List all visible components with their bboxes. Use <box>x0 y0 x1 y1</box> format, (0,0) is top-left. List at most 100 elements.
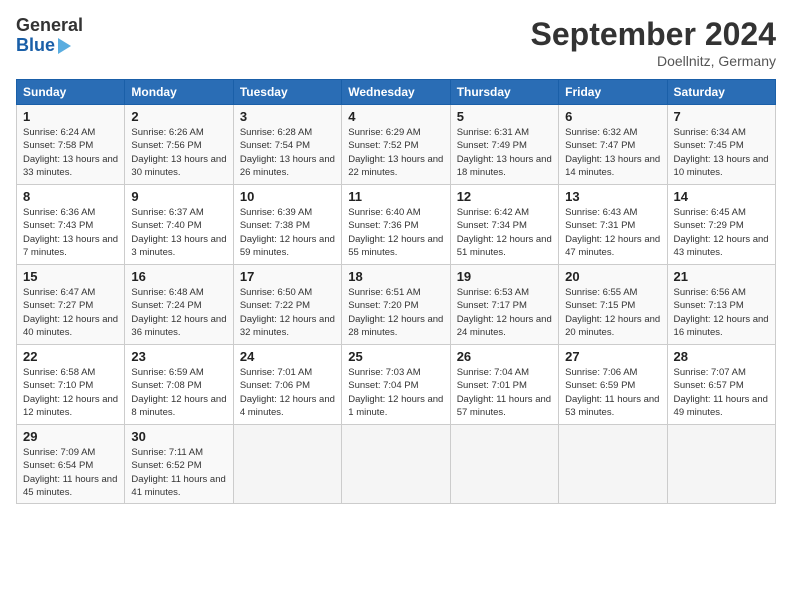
sunset-label: Sunset: 7:27 PM <box>23 300 93 311</box>
sunset-label: Sunset: 7:31 PM <box>565 220 635 231</box>
day-info: Sunrise: 6:47 AM Sunset: 7:27 PM Dayligh… <box>23 286 118 339</box>
day-number: 29 <box>23 429 118 444</box>
daylight-label: Daylight: 12 hours and 20 minutes. <box>565 314 660 338</box>
table-row <box>233 425 341 504</box>
sunset-label: Sunset: 7:24 PM <box>131 300 201 311</box>
col-friday: Friday <box>559 80 667 105</box>
table-row: 24 Sunrise: 7:01 AM Sunset: 7:06 PM Dayl… <box>233 345 341 425</box>
table-row: 27 Sunrise: 7:06 AM Sunset: 6:59 PM Dayl… <box>559 345 667 425</box>
table-row: 17 Sunrise: 6:50 AM Sunset: 7:22 PM Dayl… <box>233 265 341 345</box>
sunrise-label: Sunrise: 6:34 AM <box>674 127 746 138</box>
table-row: 12 Sunrise: 6:42 AM Sunset: 7:34 PM Dayl… <box>450 185 558 265</box>
col-sunday: Sunday <box>17 80 125 105</box>
sunrise-label: Sunrise: 6:42 AM <box>457 207 529 218</box>
logo-text: General <box>16 16 83 36</box>
day-number: 15 <box>23 269 118 284</box>
daylight-label: Daylight: 12 hours and 51 minutes. <box>457 234 552 258</box>
sunset-label: Sunset: 7:22 PM <box>240 300 310 311</box>
day-number: 28 <box>674 349 769 364</box>
sunset-label: Sunset: 7:40 PM <box>131 220 201 231</box>
sunset-label: Sunset: 7:34 PM <box>457 220 527 231</box>
day-info: Sunrise: 6:24 AM Sunset: 7:58 PM Dayligh… <box>23 126 118 179</box>
day-info: Sunrise: 6:39 AM Sunset: 7:38 PM Dayligh… <box>240 206 335 259</box>
day-info: Sunrise: 6:59 AM Sunset: 7:08 PM Dayligh… <box>131 366 226 419</box>
day-info: Sunrise: 6:32 AM Sunset: 7:47 PM Dayligh… <box>565 126 660 179</box>
sunrise-label: Sunrise: 6:45 AM <box>674 207 746 218</box>
table-row <box>559 425 667 504</box>
table-row: 3 Sunrise: 6:28 AM Sunset: 7:54 PM Dayli… <box>233 105 341 185</box>
daylight-label: Daylight: 12 hours and 47 minutes. <box>565 234 660 258</box>
sunset-label: Sunset: 7:10 PM <box>23 380 93 391</box>
day-number: 22 <box>23 349 118 364</box>
sunrise-label: Sunrise: 6:39 AM <box>240 207 312 218</box>
sunset-label: Sunset: 7:08 PM <box>131 380 201 391</box>
day-info: Sunrise: 7:06 AM Sunset: 6:59 PM Dayligh… <box>565 366 660 419</box>
day-number: 19 <box>457 269 552 284</box>
day-number: 8 <box>23 189 118 204</box>
day-number: 27 <box>565 349 660 364</box>
daylight-label: Daylight: 13 hours and 10 minutes. <box>674 154 769 178</box>
col-saturday: Saturday <box>667 80 775 105</box>
sunset-label: Sunset: 7:20 PM <box>348 300 418 311</box>
day-number: 23 <box>131 349 226 364</box>
day-info: Sunrise: 7:04 AM Sunset: 7:01 PM Dayligh… <box>457 366 552 419</box>
table-row: 15 Sunrise: 6:47 AM Sunset: 7:27 PM Dayl… <box>17 265 125 345</box>
col-monday: Monday <box>125 80 233 105</box>
sunrise-label: Sunrise: 6:53 AM <box>457 287 529 298</box>
table-row: 13 Sunrise: 6:43 AM Sunset: 7:31 PM Dayl… <box>559 185 667 265</box>
day-info: Sunrise: 7:11 AM Sunset: 6:52 PM Dayligh… <box>131 446 226 499</box>
day-info: Sunrise: 6:48 AM Sunset: 7:24 PM Dayligh… <box>131 286 226 339</box>
table-row: 29 Sunrise: 7:09 AM Sunset: 6:54 PM Dayl… <box>17 425 125 504</box>
daylight-label: Daylight: 11 hours and 45 minutes. <box>23 474 117 498</box>
day-number: 2 <box>131 109 226 124</box>
sunrise-label: Sunrise: 6:47 AM <box>23 287 95 298</box>
day-number: 30 <box>131 429 226 444</box>
sunrise-label: Sunrise: 7:04 AM <box>457 367 529 378</box>
day-number: 18 <box>348 269 443 284</box>
sunset-label: Sunset: 7:29 PM <box>674 220 744 231</box>
sunset-label: Sunset: 7:43 PM <box>23 220 93 231</box>
daylight-label: Daylight: 12 hours and 8 minutes. <box>131 394 226 418</box>
day-number: 25 <box>348 349 443 364</box>
day-number: 11 <box>348 189 443 204</box>
sunset-label: Sunset: 7:38 PM <box>240 220 310 231</box>
sunset-label: Sunset: 7:45 PM <box>674 140 744 151</box>
daylight-label: Daylight: 12 hours and 4 minutes. <box>240 394 335 418</box>
daylight-label: Daylight: 11 hours and 57 minutes. <box>457 394 551 418</box>
daylight-label: Daylight: 13 hours and 14 minutes. <box>565 154 660 178</box>
table-row <box>450 425 558 504</box>
sunrise-label: Sunrise: 6:29 AM <box>348 127 420 138</box>
col-thursday: Thursday <box>450 80 558 105</box>
day-number: 4 <box>348 109 443 124</box>
day-info: Sunrise: 7:07 AM Sunset: 6:57 PM Dayligh… <box>674 366 769 419</box>
month-title: September 2024 <box>531 16 776 53</box>
sunset-label: Sunset: 7:56 PM <box>131 140 201 151</box>
table-row: 7 Sunrise: 6:34 AM Sunset: 7:45 PM Dayli… <box>667 105 775 185</box>
table-row: 26 Sunrise: 7:04 AM Sunset: 7:01 PM Dayl… <box>450 345 558 425</box>
sunset-label: Sunset: 7:58 PM <box>23 140 93 151</box>
table-row: 22 Sunrise: 6:58 AM Sunset: 7:10 PM Dayl… <box>17 345 125 425</box>
sunrise-label: Sunrise: 6:40 AM <box>348 207 420 218</box>
sunrise-label: Sunrise: 6:59 AM <box>131 367 203 378</box>
header-row: Sunday Monday Tuesday Wednesday Thursday… <box>17 80 776 105</box>
daylight-label: Daylight: 11 hours and 41 minutes. <box>131 474 225 498</box>
day-info: Sunrise: 6:51 AM Sunset: 7:20 PM Dayligh… <box>348 286 443 339</box>
sunrise-label: Sunrise: 6:37 AM <box>131 207 203 218</box>
sunrise-label: Sunrise: 7:11 AM <box>131 447 203 458</box>
day-info: Sunrise: 6:31 AM Sunset: 7:49 PM Dayligh… <box>457 126 552 179</box>
header: General Blue September 2024 Doellnitz, G… <box>16 16 776 69</box>
day-info: Sunrise: 7:09 AM Sunset: 6:54 PM Dayligh… <box>23 446 118 499</box>
table-row: 4 Sunrise: 6:29 AM Sunset: 7:52 PM Dayli… <box>342 105 450 185</box>
table-row: 9 Sunrise: 6:37 AM Sunset: 7:40 PM Dayli… <box>125 185 233 265</box>
table-row: 2 Sunrise: 6:26 AM Sunset: 7:56 PM Dayli… <box>125 105 233 185</box>
daylight-label: Daylight: 12 hours and 55 minutes. <box>348 234 443 258</box>
daylight-label: Daylight: 12 hours and 1 minute. <box>348 394 443 418</box>
sunset-label: Sunset: 6:54 PM <box>23 460 93 471</box>
logo: General Blue <box>16 16 83 56</box>
day-number: 3 <box>240 109 335 124</box>
daylight-label: Daylight: 12 hours and 32 minutes. <box>240 314 335 338</box>
sunrise-label: Sunrise: 6:55 AM <box>565 287 637 298</box>
table-row <box>342 425 450 504</box>
sunrise-label: Sunrise: 6:48 AM <box>131 287 203 298</box>
day-number: 26 <box>457 349 552 364</box>
